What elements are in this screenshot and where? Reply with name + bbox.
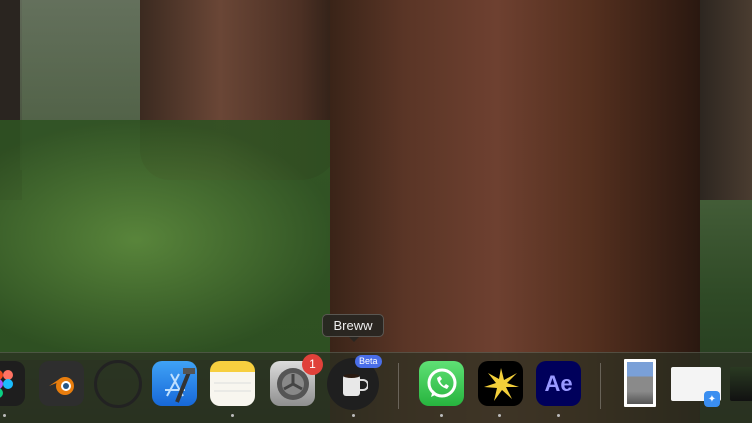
dock-divider <box>398 363 399 409</box>
safari-icon[interactable]: ✦ <box>704 391 720 407</box>
running-indicator <box>231 414 234 417</box>
running-indicator <box>498 414 501 417</box>
whatsapp-icon[interactable] <box>419 361 464 406</box>
blender-icon[interactable] <box>39 361 84 406</box>
xcode-icon[interactable] <box>152 361 197 406</box>
dock: 1 Beta Ae ✦ <box>0 352 752 423</box>
window-thumbnail[interactable] <box>730 367 752 401</box>
running-indicator <box>557 414 560 417</box>
running-indicator <box>352 414 355 417</box>
notes-icon[interactable] <box>210 361 255 406</box>
notification-badge: 1 <box>302 354 323 375</box>
spark-icon[interactable] <box>478 361 523 406</box>
wallpaper-tree <box>700 0 752 200</box>
dock-tooltip: Breww <box>322 314 384 342</box>
running-indicator <box>440 414 443 417</box>
wallpaper-foliage <box>0 120 340 360</box>
color-app-icon[interactable] <box>94 360 142 408</box>
running-indicator <box>3 414 6 417</box>
after-effects-icon[interactable]: Ae <box>536 361 581 406</box>
figma-icon[interactable] <box>0 361 25 406</box>
dock-divider <box>600 363 601 409</box>
beta-badge: Beta <box>355 355 382 368</box>
preview-document-thumbnail[interactable] <box>624 359 656 407</box>
